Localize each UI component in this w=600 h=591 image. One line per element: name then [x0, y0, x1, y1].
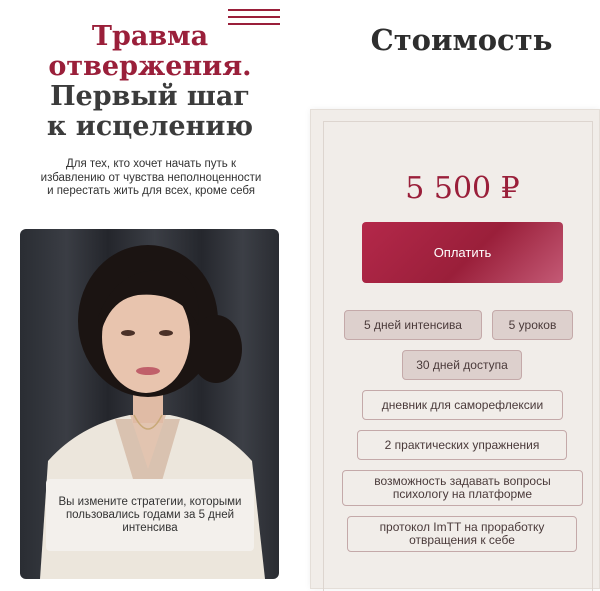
price-value: 5 500 ₽ [405, 171, 520, 206]
tag-30-days-access: 30 дней доступа [402, 350, 522, 380]
feature-imtt-protocol: протокол ImTT на проработку отвращения к… [347, 516, 577, 552]
promo-panel: Травма отвержения. Первый шаг к исцелени… [0, 0, 300, 591]
author-photo: Вы измените стратегии, которыми пользова… [20, 229, 279, 579]
page-subtitle: Для тех, кто хочет начать путь к избавле… [40, 158, 262, 197]
feature-ask-questions: возможность задавать вопросы психологу н… [342, 470, 583, 506]
pay-button[interactable]: Оплатить [362, 222, 563, 283]
title-accent-line-1: Травма [91, 21, 209, 52]
feature-reflection-diary: дневник для саморефлексии [362, 390, 563, 420]
feature-practical-exercises: 2 практических упражнения [357, 430, 567, 460]
pricing-title: Стоимость [370, 23, 553, 57]
photo-caption: Вы измените стратегии, которыми пользова… [46, 479, 254, 551]
tag-5-days-intensive: 5 дней интенсива [344, 310, 482, 340]
page-title: Травма отвержения. Первый шаг к исцелени… [0, 22, 300, 142]
title-accent-line-2: отвержения. [48, 51, 252, 82]
tag-5-lessons: 5 уроков [492, 310, 573, 340]
title-line-3: Первый шаг [50, 81, 250, 112]
title-line-4: к исцелению [46, 111, 254, 142]
pricing-panel: Стоимость 5 500 ₽ Оплатить 5 дней интенс… [300, 0, 600, 591]
